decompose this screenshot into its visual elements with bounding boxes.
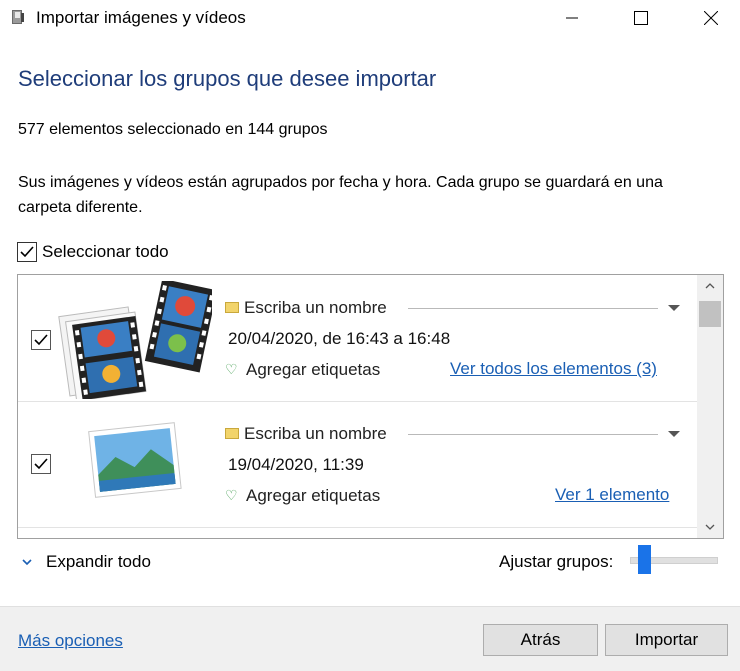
group-date: 19/04/2020, 11:39 (228, 455, 364, 474)
grouping-description: Sus imágenes y vídeos están agrupados po… (18, 174, 663, 216)
selection-summary: 577 elementos seleccionado en 144 grupos (18, 121, 328, 138)
group-row[interactable]: Escriba un nombre 19/04/2020, 11:39 ♡ Ag… (18, 401, 698, 528)
folder-icon (225, 428, 239, 439)
slider-thumb[interactable] (638, 545, 651, 574)
close-button[interactable] (688, 0, 734, 36)
chevron-down-icon (22, 558, 32, 565)
checkbox-box[interactable] (17, 242, 37, 262)
tag-add-icon: ♡ (225, 487, 238, 503)
import-app-icon (9, 8, 27, 26)
close-icon (704, 11, 718, 25)
name-underline (408, 434, 658, 435)
checkmark-icon (20, 246, 34, 258)
scroll-down-icon[interactable] (697, 516, 723, 538)
group-name-input[interactable]: Escriba un nombre (244, 298, 387, 318)
group-checkbox[interactable] (31, 330, 51, 350)
scroll-up-icon[interactable] (697, 275, 723, 297)
minimize-icon (566, 17, 578, 19)
expand-all-label: Expandir todo (46, 552, 151, 571)
expand-all-button[interactable]: Expandir todo (22, 552, 151, 572)
vertical-scrollbar[interactable] (697, 275, 723, 538)
view-items-link[interactable]: Ver 1 elemento (555, 485, 669, 505)
title-bar: Importar imágenes y vídeos (0, 0, 740, 36)
group-name-input[interactable]: Escriba un nombre (244, 424, 387, 444)
group-list[interactable]: Escriba un nombre 20/04/2020, de 16:43 a… (17, 274, 724, 539)
adjust-groups-label: Ajustar grupos: (499, 552, 614, 571)
landscape-photo-thumbnail (86, 419, 184, 503)
tag-add-icon: ♡ (225, 361, 238, 377)
checkmark-icon (34, 458, 48, 470)
page-heading: Seleccionar los grupos que desee importa… (18, 66, 437, 91)
chevron-down-icon[interactable] (668, 305, 680, 311)
checkmark-icon (34, 334, 48, 346)
video-film-thumbnail (52, 278, 218, 402)
folder-icon (225, 302, 239, 313)
select-all-label: Seleccionar todo (42, 242, 169, 261)
group-date: 20/04/2020, de 16:43 a 16:48 (228, 329, 451, 348)
group-row[interactable]: Escriba un nombre 20/04/2020, de 16:43 a… (18, 275, 698, 402)
more-options-link[interactable]: Más opciones (18, 631, 123, 651)
add-tags-link[interactable]: Agregar etiquetas (246, 486, 380, 506)
maximize-button[interactable] (618, 0, 664, 36)
view-items-link[interactable]: Ver todos los elementos (3) (450, 359, 657, 379)
chevron-down-icon[interactable] (668, 431, 680, 437)
group-checkbox[interactable] (31, 454, 51, 474)
name-underline (408, 308, 658, 309)
window-title: Importar imágenes y vídeos (36, 8, 246, 27)
add-tags-link[interactable]: Agregar etiquetas (246, 360, 380, 380)
select-all-checkbox[interactable]: Seleccionar todo (17, 242, 169, 262)
import-button[interactable]: Importar (605, 624, 728, 656)
back-button[interactable]: Atrás (483, 624, 598, 656)
maximize-icon (634, 11, 648, 25)
scrollbar-thumb[interactable] (699, 301, 721, 327)
minimize-button[interactable] (549, 0, 595, 36)
